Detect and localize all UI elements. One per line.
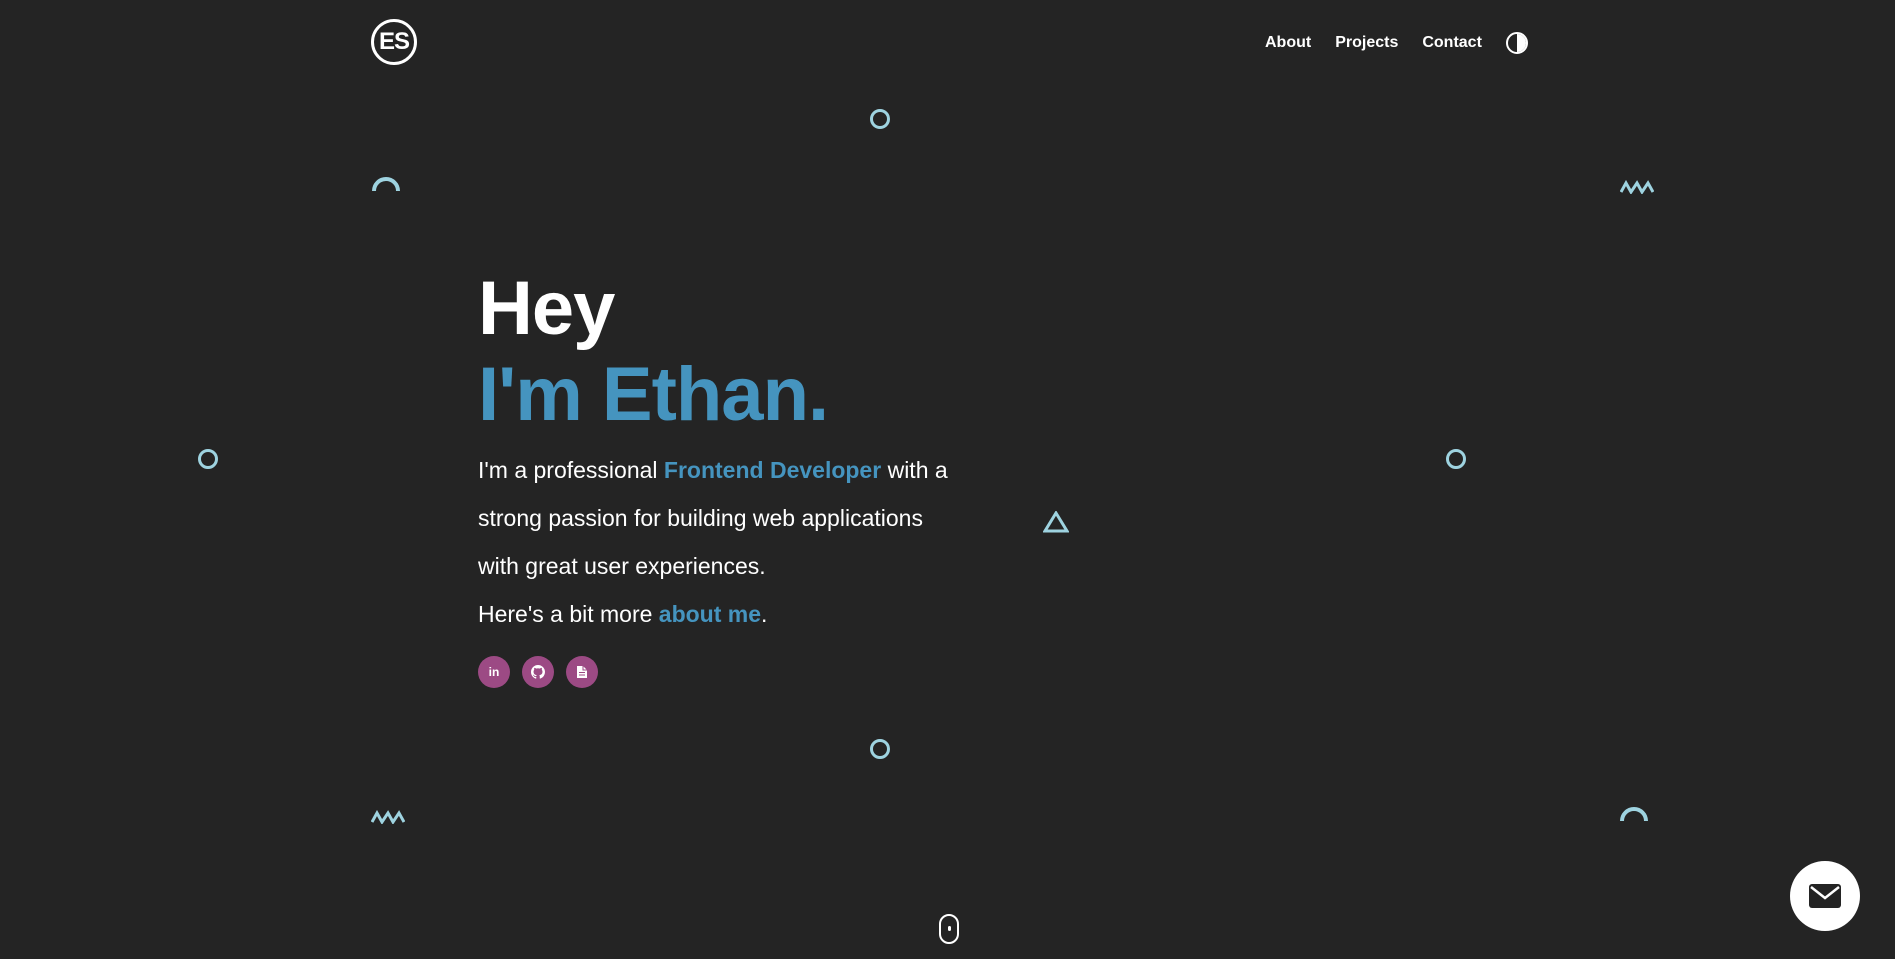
logo[interactable]: ES [371, 19, 417, 65]
zigzag-shape-icon [1620, 180, 1654, 194]
zigzag-shape-icon [371, 810, 405, 824]
ring-shape-icon [870, 739, 890, 759]
ring-shape-icon [1446, 449, 1466, 469]
arc-shape-icon [1620, 807, 1648, 822]
hero-greeting: Hey [478, 266, 615, 351]
intro-text-before: I'm a professional [478, 457, 664, 483]
document-icon[interactable] [566, 656, 598, 688]
about-me-link[interactable]: about me [659, 601, 761, 627]
hero-name: I'm Ethan. [478, 352, 829, 437]
linkedin-icon[interactable]: in [478, 656, 510, 688]
hero-section: Hey I'm Ethan. I'm a professional Fronte… [478, 266, 1078, 688]
scroll-dot [948, 926, 951, 931]
main-nav: About Projects Contact [1265, 31, 1528, 55]
mouse-scroll-icon[interactable] [939, 914, 959, 944]
hero-intro: I'm a professional Frontend Developer wi… [478, 446, 958, 638]
theme-toggle-icon[interactable] [1505, 32, 1528, 54]
ring-shape-icon [870, 109, 890, 129]
nav-link-contact[interactable]: Contact [1422, 31, 1482, 55]
envelope-icon [1809, 884, 1841, 908]
nav-link-projects[interactable]: Projects [1335, 31, 1398, 55]
github-icon[interactable] [522, 656, 554, 688]
mail-button[interactable] [1790, 861, 1860, 931]
more-text-before: Here's a bit more [478, 601, 659, 627]
ring-shape-icon [198, 449, 218, 469]
arc-shape-icon [372, 177, 400, 192]
nav-link-about[interactable]: About [1265, 31, 1311, 55]
social-links: in [478, 656, 1078, 688]
more-text-after: . [761, 601, 768, 627]
page: ES About Projects Contact Hey I'm Ethan.… [0, 0, 1895, 959]
intro-role: Frontend Developer [663, 457, 882, 483]
